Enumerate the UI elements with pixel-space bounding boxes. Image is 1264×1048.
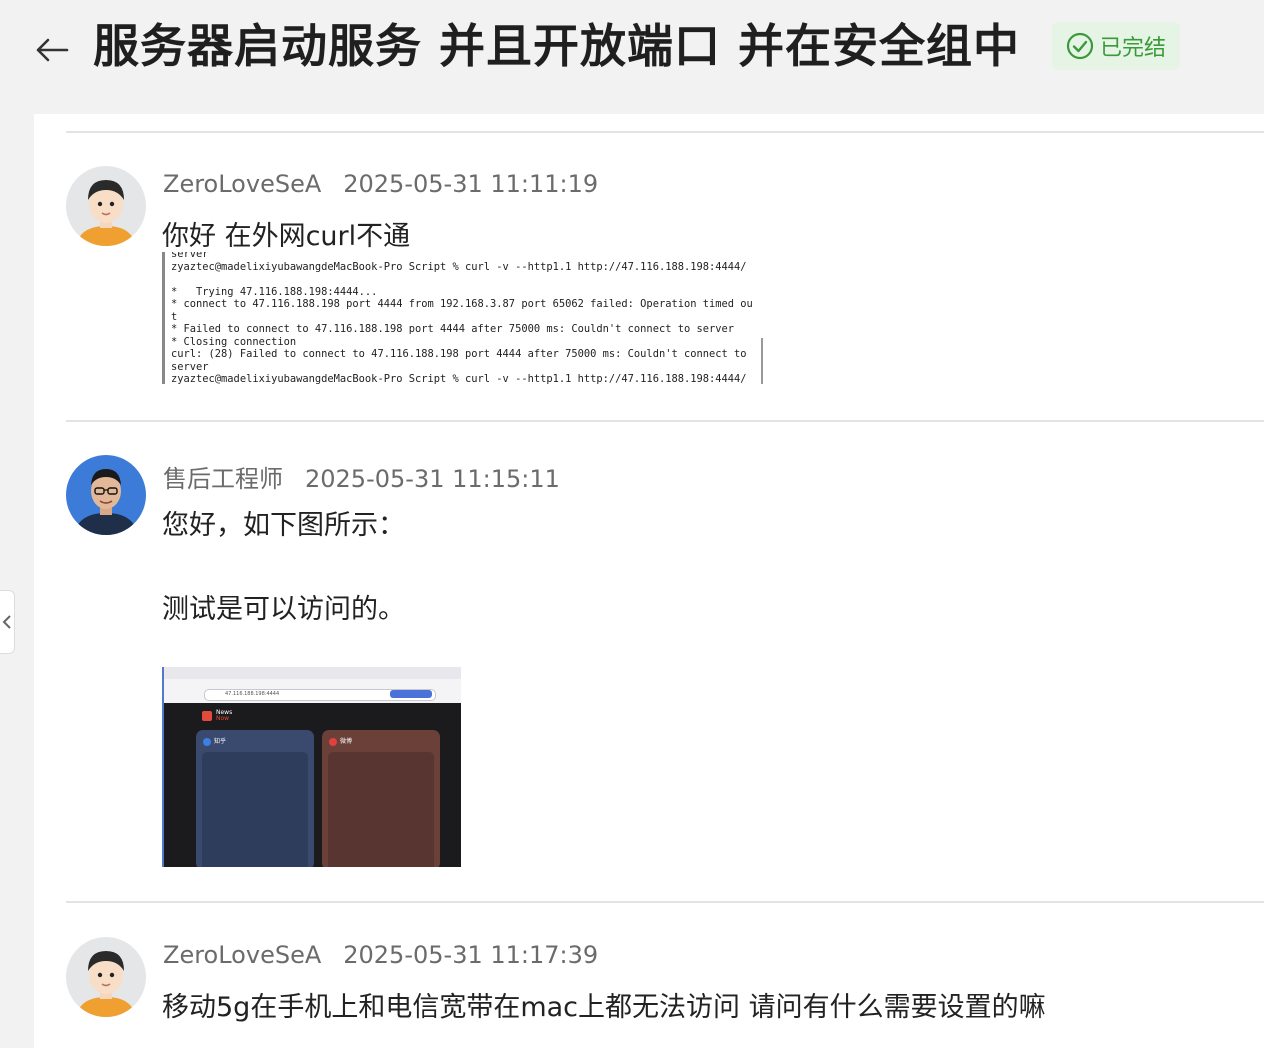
terminal-line: zyaztec@madelixiyubawangdeMacBook-Pro Sc… (171, 373, 747, 384)
terminal-output: server zyaztec@madelixiyubawangdeMacBook-… (171, 252, 753, 384)
search-button (390, 690, 432, 698)
status-badge: 已完结 (1052, 22, 1180, 70)
terminal-line: server (171, 360, 209, 373)
terminal-line: curl: (28) Failed to connect to 47.116.1… (171, 348, 747, 360)
terminal-line: * connect to 47.116.188.198 port 4444 fr… (171, 298, 753, 310)
browser-screenshot-attachment[interactable]: 47.116.188.198:4444 News Now 知乎 微博 (162, 667, 461, 867)
timestamp: 2025-05-31 11:11:19 (343, 170, 599, 198)
chevron-left-icon (2, 615, 11, 629)
terminal-line: * Failed to connect to 47.116.188.198 po… (171, 323, 735, 335)
card-title: 微博 (340, 738, 353, 745)
avatar-cartoon-icon (66, 166, 146, 246)
logo-text: News Now (216, 710, 232, 722)
avatar (66, 166, 146, 246)
zhihu-icon (203, 738, 211, 746)
timestamp: 2025-05-31 11:15:11 (305, 465, 560, 493)
card-body (202, 752, 308, 867)
timestamp: 2025-05-31 11:17:39 (343, 941, 599, 969)
avatar-photo-icon (66, 455, 146, 535)
collapse-panel-button[interactable] (0, 590, 15, 654)
message-text: 移动5g在手机上和电信宽带在mac上都无法访问 请问有什么需要设置的嘛 (162, 992, 1046, 1023)
terminal-scrollbar (761, 338, 763, 384)
divider (66, 901, 1264, 903)
message-meta: 售后工程师 2025-05-31 11:15:11 (163, 459, 560, 494)
header: 服务器启动服务 并且开放端口 并在安全组中 已完结 (0, 0, 1264, 100)
terminal-line: * Closing connection (171, 335, 297, 348)
terminal-line: server (171, 252, 209, 260)
avatar (66, 937, 146, 1017)
divider (66, 420, 1264, 422)
terminal-line: t (171, 310, 178, 323)
page-title: 服务器启动服务 并且开放端口 并在安全组中 (93, 19, 1021, 73)
arrow-left-icon (36, 38, 69, 62)
author-name[interactable]: ZeroLoveSeA (163, 170, 321, 198)
back-button[interactable] (34, 30, 70, 70)
terminal-screenshot-attachment[interactable]: server zyaztec@madelixiyubawangdeMacBook-… (162, 252, 763, 384)
news-card: 微博 (322, 730, 440, 867)
message-text: 你好 在外网curl不通 (162, 221, 411, 252)
message-meta: ZeroLoveSeA 2025-05-31 11:11:19 (163, 170, 598, 198)
avatar-cartoon-icon (66, 937, 146, 1017)
author-name[interactable]: 售后工程师 (163, 465, 283, 493)
card-title: 知乎 (214, 738, 227, 745)
weibo-icon (329, 738, 337, 746)
check-circle-icon (1066, 32, 1094, 60)
card-body (328, 752, 434, 867)
message-thread: ZeroLoveSeA 2025-05-31 11:11:19 你好 在外网cur… (34, 114, 1264, 1048)
message-text: 您好，如下图所示： (162, 510, 405, 541)
author-name[interactable]: ZeroLoveSeA (163, 941, 321, 969)
terminal-line: * Trying 47.116.188.198:4444... (171, 285, 378, 298)
newsnow-logo-icon (202, 711, 212, 721)
news-card: 知乎 (196, 730, 314, 867)
message-meta: ZeroLoveSeA 2025-05-31 11:17:39 (163, 941, 598, 969)
message-text: 测试是可以访问的。 (162, 594, 405, 625)
divider (66, 131, 1264, 133)
address-text: 47.116.188.198:4444 (225, 691, 280, 697)
status-label: 已完结 (1099, 36, 1166, 61)
logo-line2: Now (216, 715, 230, 722)
terminal-line: zyaztec@madelixiyubawangdeMacBook-Pro Sc… (171, 260, 747, 273)
browser-tabs (164, 667, 461, 679)
avatar (66, 455, 146, 535)
